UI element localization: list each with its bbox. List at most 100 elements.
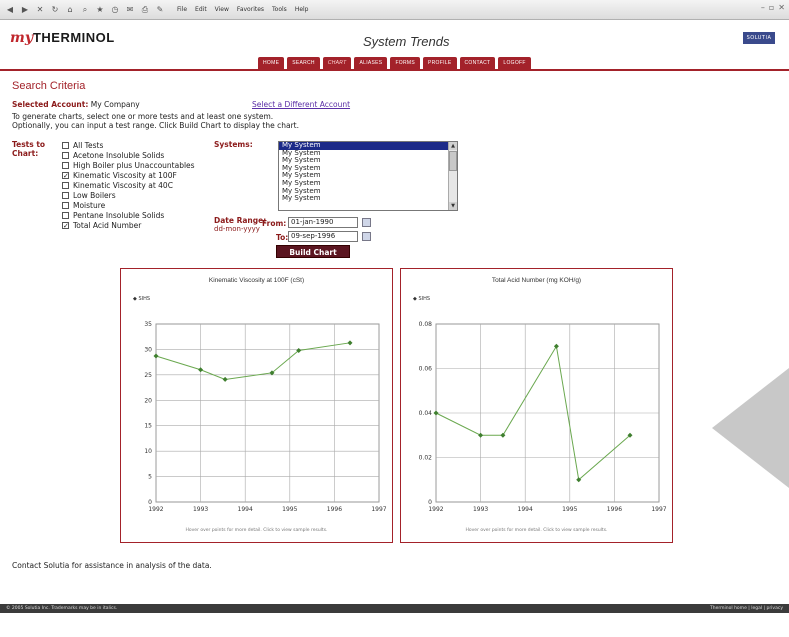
window-controls: – ▫ ✕: [761, 3, 785, 12]
x-tick-label: 1993: [193, 506, 208, 513]
test-label: All Tests: [73, 140, 104, 150]
to-calendar-icon[interactable]: [362, 232, 371, 241]
nav-search[interactable]: SEARCH: [287, 57, 320, 69]
date-range-label: Date Range:: [214, 216, 267, 225]
test-option[interactable]: Kinematic Viscosity at 40C: [62, 180, 195, 190]
data-point: [433, 410, 439, 416]
search-icon[interactable]: ⌕: [79, 4, 91, 16]
menu-edit[interactable]: Edit: [195, 6, 207, 13]
favorites-icon[interactable]: ★: [94, 4, 106, 16]
x-tick-label: 1995: [282, 506, 297, 513]
system-option[interactable]: My System: [279, 195, 457, 203]
edit-icon[interactable]: ✎: [154, 4, 166, 16]
test-option[interactable]: Acetone Insoluble Solids: [62, 150, 195, 160]
forward-icon[interactable]: ▶: [19, 4, 31, 16]
chart-acid-number-legend: ◆ SIHS: [413, 296, 431, 302]
chart-viscosity-legend: ◆ SIHS: [133, 296, 151, 302]
y-tick-label: 30: [144, 346, 152, 353]
x-tick-label: 1995: [562, 506, 577, 513]
account-value: My Company: [90, 100, 140, 109]
chart-viscosity: 0 5 10 15 20 25 30 35 1992 1993 1994 1995 1996 1997 K…: [120, 268, 393, 543]
chart-viscosity-plot: 0 5 10 15 20 25 30 35 1992 1993 1994 1995 1996 1997: [144, 321, 386, 513]
x-tick-label: 1997: [371, 506, 386, 513]
menu-file[interactable]: File: [177, 6, 187, 13]
test-checkbox[interactable]: ✓: [62, 171, 69, 179]
home-icon[interactable]: ⌂: [64, 4, 76, 16]
test-label: Moisture: [73, 200, 106, 210]
systems-label: Systems:: [214, 140, 253, 149]
change-account-link[interactable]: Select a Different Account: [252, 100, 350, 109]
history-icon[interactable]: ◷: [109, 4, 121, 16]
print-icon[interactable]: ⎙: [139, 4, 151, 16]
y-tick-label: 0.06: [419, 366, 433, 373]
test-option[interactable]: High Boiler plus Unaccountables: [62, 160, 195, 170]
from-calendar-icon[interactable]: [362, 218, 371, 227]
test-checkbox[interactable]: [62, 211, 69, 219]
logo-main: THERMINOL: [32, 30, 115, 45]
test-option[interactable]: ✓ Kinematic Viscosity at 100F: [62, 170, 195, 180]
data-point: [553, 343, 559, 349]
y-tick-label: 0.08: [419, 321, 433, 328]
y-tick-label: 20: [144, 397, 152, 404]
minimize-icon[interactable]: –: [761, 3, 765, 12]
back-icon[interactable]: ◀: [4, 4, 16, 16]
tests-list: All Tests Acetone Insoluble Solids High Bo…: [62, 140, 195, 230]
test-checkbox[interactable]: [62, 191, 69, 199]
test-checkbox[interactable]: [62, 141, 69, 149]
menu-help[interactable]: Help: [295, 6, 309, 13]
menu-tools[interactable]: Tools: [272, 6, 287, 13]
mail-icon[interactable]: ✉: [124, 4, 136, 16]
systems-listbox[interactable]: My System My System My System My System My S…: [278, 141, 458, 211]
maximize-icon[interactable]: ▫: [769, 3, 774, 12]
chart-acid-number-footnote: Hover over points for more detail. Click…: [465, 528, 608, 533]
test-checkbox[interactable]: [62, 201, 69, 209]
footer-copyright: © 2005 Solutia Inc. Trademarks may be in…: [6, 606, 118, 611]
test-option[interactable]: Low Boilers: [62, 190, 195, 200]
refresh-icon[interactable]: ↻: [49, 4, 61, 16]
systems-scrollbar[interactable]: ▲ ▼: [448, 142, 457, 210]
test-checkbox[interactable]: [62, 181, 69, 189]
test-checkbox[interactable]: [62, 151, 69, 159]
chart-viscosity-footnote: Hover over points for more detail. Click…: [185, 528, 328, 533]
nav-profile[interactable]: PROFILE: [423, 57, 457, 69]
page-root: ◀ ▶ ✕ ↻ ⌂ ⌕ ★ ◷ ✉ ⎙ ✎ File Edit View Fav…: [0, 0, 789, 637]
menu-favorites[interactable]: Favorites: [237, 6, 264, 13]
plot-frame: [155, 323, 380, 503]
scroll-thumb[interactable]: [449, 151, 457, 171]
x-tick-label: 1992: [148, 506, 163, 513]
footer-links[interactable]: Therminol home | legal | privacy: [710, 604, 783, 613]
y-tick-label: 15: [144, 423, 152, 430]
menu-view[interactable]: View: [215, 6, 229, 13]
test-option[interactable]: All Tests: [62, 140, 195, 150]
y-tick-label: 25: [144, 372, 152, 379]
therminol-logo[interactable]: my THERMINOL: [10, 30, 115, 46]
nav-logoff[interactable]: LOGOFF: [498, 57, 531, 69]
nav-contact[interactable]: CONTACT: [459, 57, 496, 69]
from-date-input[interactable]: 01-jan-1990: [288, 217, 358, 228]
scroll-down-icon[interactable]: ▼: [449, 202, 457, 210]
test-label: Acetone Insoluble Solids: [73, 150, 165, 160]
x-tick-label: 1997: [651, 506, 666, 513]
test-option[interactable]: Moisture: [62, 200, 195, 210]
series-line: [155, 342, 351, 380]
close-icon[interactable]: ✕: [778, 3, 785, 12]
nav-home[interactable]: HOME: [258, 57, 285, 69]
nav-chart[interactable]: CHART: [322, 57, 352, 69]
data-point: [347, 340, 353, 346]
page-footer: © 2005 Solutia Inc. Trademarks may be in…: [0, 604, 789, 613]
nav-aliases[interactable]: ALIASES: [354, 57, 388, 69]
test-checkbox[interactable]: ✓: [62, 221, 69, 229]
account-line: Selected Account: My Company Select a Di…: [12, 100, 782, 109]
build-chart-button[interactable]: Build Chart: [276, 245, 350, 258]
nav-forms[interactable]: FORMS: [390, 57, 420, 69]
chart-acid-number-legend-label: SIHS: [418, 296, 431, 302]
test-option[interactable]: ✓ Total Acid Number: [62, 220, 195, 230]
logo-my: my: [10, 30, 33, 46]
data-point: [222, 376, 228, 382]
test-checkbox[interactable]: [62, 161, 69, 169]
scroll-up-icon[interactable]: ▲: [449, 142, 457, 150]
test-option[interactable]: Pentane Insoluble Solids: [62, 210, 195, 220]
stop-icon[interactable]: ✕: [34, 4, 46, 16]
page-title: System Trends: [363, 34, 450, 49]
to-date-input[interactable]: 09-sep-1996: [288, 231, 358, 242]
